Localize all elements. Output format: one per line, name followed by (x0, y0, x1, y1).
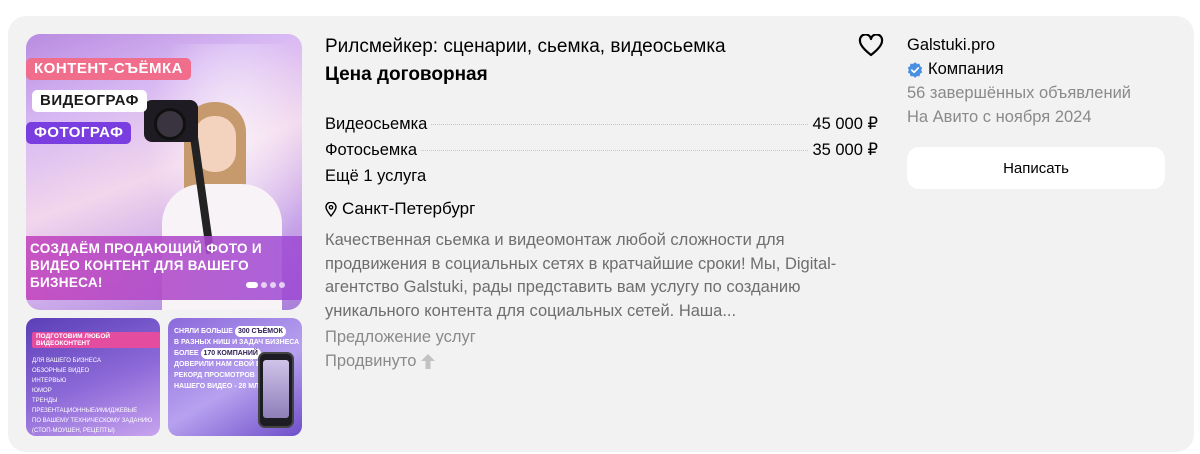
service-type: Предложение услуг (325, 328, 476, 346)
location-pin-icon (325, 201, 337, 217)
phone-icon (258, 352, 294, 428)
service-row: Фотосьемка 35 000 ₽ (325, 140, 878, 162)
listing-card[interactable]: КОНТЕНТ-СЪЁМКА ВИДЕОГРАФ ФОТОГРАФ СОЗДАЁ… (8, 16, 1194, 452)
listing-description: Качественная сьемка и видеомонтаж любой … (325, 231, 837, 320)
location-text: Санкт-Петербург (342, 199, 476, 218)
more-services-link[interactable]: Ещё 1 услуга (325, 167, 426, 186)
carousel-dot[interactable] (279, 282, 285, 288)
badge-content: КОНТЕНТ-СЪЁМКА (26, 58, 192, 80)
thumb-list-item: ПО ВАШЕМУ ТЕХНИЧЕСКОМУ ЗАДАНИЮ (32, 418, 153, 424)
service-name: Видеосьемка (325, 115, 428, 133)
seller-type: Компания (907, 60, 1004, 79)
thumb-list-item: ТРЕНДЫ (32, 398, 58, 404)
thumb-list: ДЛЯ ВАШЕГО БИЗНЕСА ОБЗОРНЫЕ ВИДЕО ИНТЕРВ… (32, 356, 152, 436)
promoted-text: Продвинуто (325, 352, 417, 370)
dotted-leader (421, 150, 809, 151)
seller-since: На Авито с ноября 2024 (907, 108, 1092, 126)
promoted-label: Продвинуто (325, 352, 436, 371)
heart-icon[interactable] (858, 33, 884, 58)
dotted-leader (431, 124, 809, 125)
thumb-list-item: ОБЗОРНЫЕ ВИДЕО (32, 368, 90, 374)
listing-price: Цена договорная (325, 64, 488, 85)
thumb-stat-text: СНЯЛИ БОЛЬШЕ (174, 328, 233, 335)
thumb-list-item: ДЛЯ ВАШЕГО БИЗНЕСА (32, 358, 101, 364)
service-price: 35 000 ₽ (812, 141, 878, 159)
service-price: 45 000 ₽ (812, 115, 878, 133)
seller-deals: 56 завершённых объявлений (907, 84, 1132, 102)
seller-name-link[interactable]: Galstuki.pro (907, 36, 995, 55)
thumb-list-item: ПРЕЗЕНТАЦИОННЫЕ/ИМИДЖЕВЫЕ (32, 408, 138, 414)
thumb-stat-pill: 170 КОМПАНИЙ (200, 348, 261, 359)
verified-icon (907, 61, 923, 78)
arrow-up-icon (421, 354, 436, 369)
badge-photographer: ФОТОГРАФ (26, 122, 132, 144)
thumb-list-item: ИНТЕРВЬЮ (32, 378, 67, 384)
thumbnail-1[interactable]: ПОДГОТОВИМ ЛЮБОЙ ВИДЕОКОНТЕНТ ДЛЯ ВАШЕГО… (26, 318, 160, 436)
service-row: Видеосьемка 45 000 ₽ (325, 114, 878, 136)
thumbnail-2[interactable]: СНЯЛИ БОЛЬШЕ 300 СЪЁМОК В РАЗНЫХ НИШ И З… (168, 318, 302, 436)
badge-videographer: ВИДЕОГРАФ (32, 90, 147, 112)
photo-camera-icon (144, 100, 198, 142)
service-name: Фотосьемка (325, 141, 418, 159)
write-message-button[interactable]: Написать (907, 147, 1165, 189)
carousel-dots[interactable] (246, 282, 285, 288)
location: Санкт-Петербург (325, 199, 475, 219)
carousel-dot[interactable] (246, 282, 258, 288)
thumb-stat-text: В РАЗНЫХ НИШ И ЗАДАЧ БИЗНЕСА (174, 339, 300, 346)
thumb-stat-text: БОЛЕЕ (174, 350, 199, 357)
seller-type-text: Компания (928, 60, 1004, 78)
thumb-heading: ПОДГОТОВИМ ЛЮБОЙ ВИДЕОКОНТЕНТ (32, 332, 160, 348)
thumb-list-item: (СТОП-МОУШЕН, РЕЦЕПТЫ) (32, 428, 115, 434)
thumb-stat-pill: 300 СЪЁМОК (234, 326, 286, 337)
carousel-dot[interactable] (261, 282, 267, 288)
carousel-dot[interactable] (270, 282, 276, 288)
main-photo[interactable]: КОНТЕНТ-СЪЁМКА ВИДЕОГРАФ ФОТОГРАФ СОЗДАЁ… (26, 34, 302, 310)
thumb-list-item: ЮМОР (32, 388, 52, 394)
listing-title[interactable]: Рилсмейкер: сценарии, сьемка, видеосьемк… (325, 36, 726, 58)
